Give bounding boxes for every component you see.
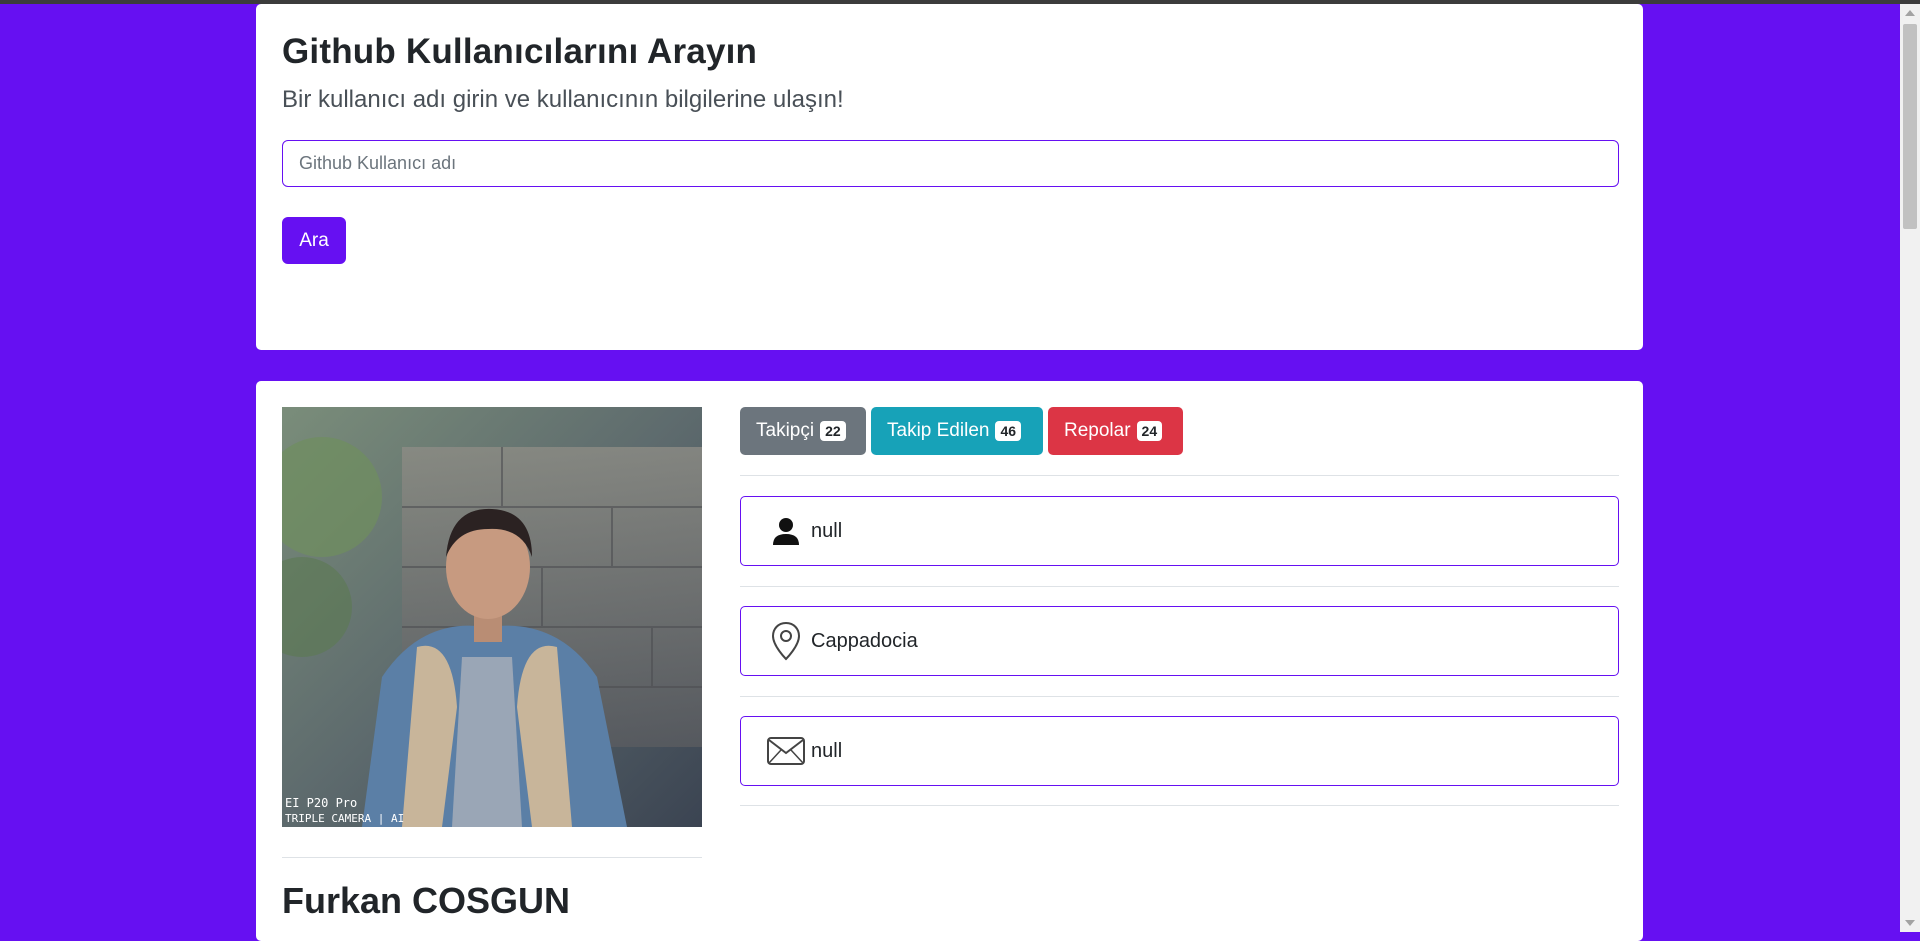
email-value: null bbox=[811, 739, 843, 762]
location-value: Cappadocia bbox=[811, 629, 918, 652]
divider bbox=[740, 805, 1619, 806]
page-subtitle: Bir kullanıcı adı girin ve kullanıcının … bbox=[282, 86, 844, 113]
followers-label: Takipçi bbox=[756, 420, 815, 441]
email-info-box: null bbox=[740, 716, 1619, 786]
following-button[interactable]: Takip Edilen 46 bbox=[871, 407, 1043, 455]
divider bbox=[740, 475, 1619, 476]
following-count-badge: 46 bbox=[995, 421, 1022, 441]
scroll-up-icon[interactable] bbox=[1905, 10, 1915, 16]
profile-card: EI P20 Pro TRIPLE CAMERA | AI Furkan COS… bbox=[256, 381, 1643, 941]
search-button[interactable]: Ara bbox=[282, 217, 346, 264]
username-search-input[interactable] bbox=[282, 140, 1619, 187]
company-value: null bbox=[811, 519, 843, 542]
scrollbar-thumb[interactable] bbox=[1903, 24, 1917, 229]
location-pin-icon bbox=[766, 621, 806, 661]
scroll-down-icon[interactable] bbox=[1905, 920, 1915, 926]
followers-count-badge: 22 bbox=[820, 421, 846, 441]
following-label: Takip Edilen bbox=[887, 420, 990, 441]
followers-button[interactable]: Takipçi 22 bbox=[740, 407, 866, 455]
location-info-box: Cappadocia bbox=[740, 606, 1619, 676]
envelope-icon bbox=[766, 731, 806, 771]
avatar-watermark-line1: EI P20 Pro bbox=[285, 796, 357, 810]
page-title: Github Kullanıcılarını Arayın bbox=[282, 32, 758, 71]
avatar: EI P20 Pro TRIPLE CAMERA | AI bbox=[282, 407, 702, 827]
company-info-box: null bbox=[740, 496, 1619, 566]
repos-button[interactable]: Repolar 24 bbox=[1048, 407, 1183, 455]
divider bbox=[740, 696, 1619, 697]
person-icon bbox=[766, 511, 806, 551]
divider bbox=[282, 857, 702, 858]
search-card: Github Kullanıcılarını Arayın Bir kullan… bbox=[256, 4, 1643, 350]
page-scrollbar[interactable] bbox=[1900, 4, 1920, 932]
profile-name: Furkan COSGUN bbox=[282, 880, 571, 921]
repos-label: Repolar bbox=[1064, 420, 1131, 441]
repos-count-badge: 24 bbox=[1136, 421, 1163, 441]
avatar-watermark-line2: TRIPLE CAMERA | AI bbox=[285, 812, 404, 825]
divider bbox=[740, 586, 1619, 587]
